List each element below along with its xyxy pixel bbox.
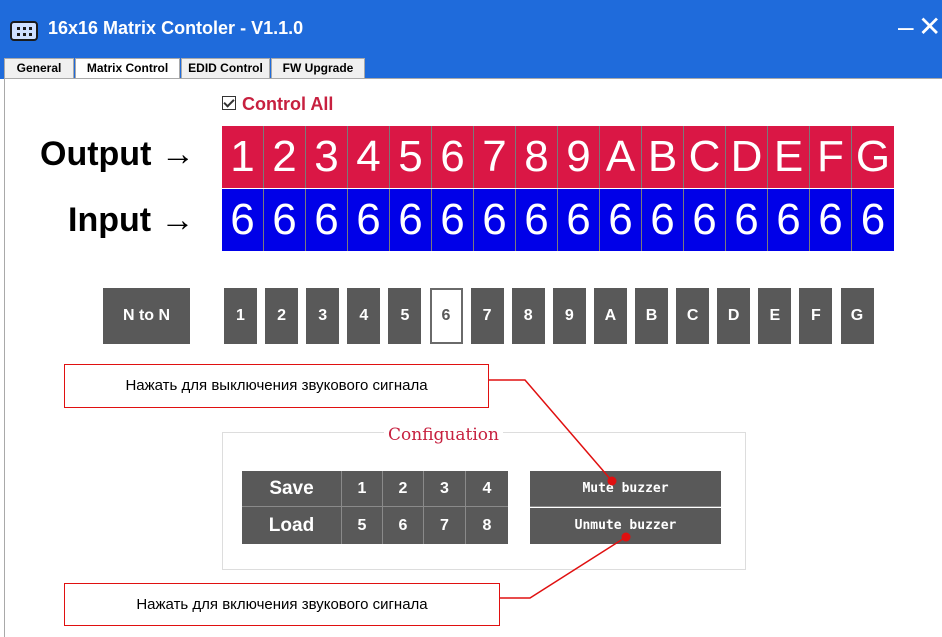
window-title: 16x16 Matrix Contoler - V1.1.0 [48,18,304,38]
save-load-table: Save Load 1 2 3 4 5 6 7 8 [242,471,508,544]
input-select-button[interactable]: 9 [552,288,586,344]
mute-buzzer-button[interactable]: Mute buzzer [530,471,721,507]
unmute-callout: Нажать для включения звукового сигнала [64,583,500,626]
load-slot-button[interactable]: 7 [424,507,466,544]
close-button[interactable]: ✕ [918,12,941,42]
input-cell[interactable]: 6 [390,189,432,251]
load-slot-button[interactable]: 5 [342,507,383,544]
input-cell[interactable]: 6 [726,189,768,251]
input-select-button[interactable]: A [593,288,627,344]
input-select-button[interactable]: C [676,288,710,344]
output-cell[interactable]: D [726,126,768,188]
save-slot-button[interactable]: 3 [424,471,466,507]
output-cell[interactable]: G [852,126,894,188]
input-cell[interactable]: 6 [810,189,852,251]
load-slot-button[interactable]: 8 [466,507,508,544]
input-cell[interactable]: 6 [474,189,516,251]
input-select-button[interactable]: B [635,288,668,344]
unmute-buzzer-button[interactable]: Unmute buzzer [530,508,721,544]
load-slot-button[interactable]: 6 [383,507,424,544]
input-cell[interactable]: 6 [348,189,390,251]
input-cell[interactable]: 6 [306,189,348,251]
output-cell[interactable]: A [600,126,642,188]
tab-matrix-control[interactable]: Matrix Control [75,58,180,79]
input-select-button[interactable]: 4 [347,288,381,344]
input-strip: 6666666666666666 [222,189,894,251]
output-cell[interactable]: E [768,126,810,188]
load-label: Load [242,507,342,544]
input-select-button[interactable]: 5 [388,288,422,344]
input-select-button[interactable]: 1 [224,288,257,344]
save-slot-button[interactable]: 4 [466,471,508,507]
input-cell[interactable]: 6 [768,189,810,251]
control-all-checkbox[interactable]: Control All [222,92,333,116]
tab-fw-upgrade[interactable]: FW Upgrade [271,58,365,79]
output-cell[interactable]: 9 [558,126,600,188]
input-cell[interactable]: 6 [558,189,600,251]
input-select-button[interactable]: 7 [470,288,504,344]
input-select-button[interactable]: G [840,288,874,344]
output-cell[interactable]: 1 [222,126,264,188]
input-cell[interactable]: 6 [432,189,474,251]
output-cell[interactable]: C [684,126,726,188]
input-select-button[interactable]: D [717,288,751,344]
input-select-button[interactable]: 2 [265,288,299,344]
output-cell[interactable]: 6 [432,126,474,188]
input-cell[interactable]: 6 [600,189,642,251]
output-cell[interactable]: 2 [264,126,306,188]
output-cell[interactable]: 7 [474,126,516,188]
output-cell[interactable]: 3 [306,126,348,188]
configuration-title: Configuation [384,423,503,447]
save-label: Save [242,471,342,507]
save-slot-button[interactable]: 2 [383,471,424,507]
input-cell[interactable]: 6 [642,189,684,251]
output-cell[interactable]: 8 [516,126,558,188]
tab-general[interactable]: General [4,58,74,79]
control-all-label: Control All [242,94,334,114]
save-slot-button[interactable]: 1 [342,471,383,507]
output-cell[interactable]: B [642,126,684,188]
output-cell[interactable]: F [810,126,852,188]
output-strip: 123456789ABCDEFG [222,126,894,188]
mute-callout: Нажать для выключения звукового сигнала [64,364,489,408]
matrix-device-icon [10,21,38,41]
output-cell[interactable]: 4 [348,126,390,188]
input-select-button[interactable]: 3 [306,288,340,344]
input-cell[interactable]: 6 [264,189,306,251]
checkbox-checked-icon [222,96,236,111]
output-row-label: Output → [40,135,195,173]
input-row-label: Input → [68,201,195,239]
minimize-button[interactable]: – [898,12,914,42]
input-cell[interactable]: 6 [222,189,264,251]
output-cell[interactable]: 5 [390,126,432,188]
input-cell[interactable]: 6 [852,189,894,251]
input-cell[interactable]: 6 [516,189,558,251]
input-select-button[interactable]: F [799,288,833,344]
input-select-button[interactable]: 8 [511,288,545,344]
tab-edid-control[interactable]: EDID Control [181,58,270,79]
input-cell[interactable]: 6 [684,189,726,251]
n-to-n-button[interactable]: N to N [103,288,190,344]
input-select-button[interactable]: 6 [429,288,463,344]
input-select-button[interactable]: E [758,288,792,344]
